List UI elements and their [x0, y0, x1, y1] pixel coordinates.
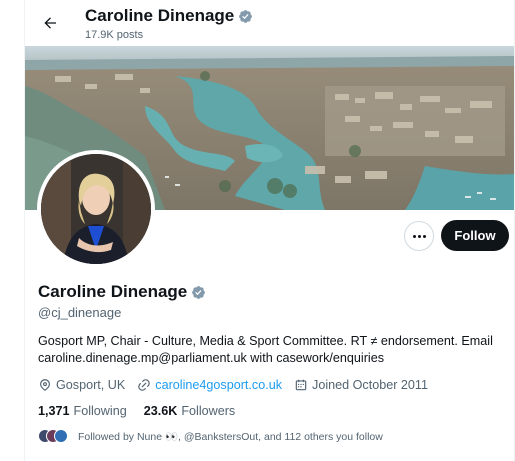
- mutual-followers-avatars: [38, 428, 70, 444]
- header-title: Caroline Dinenage: [85, 6, 253, 26]
- profile-bio: Gosport MP, Chair - Culture, Media & Spo…: [38, 333, 508, 367]
- display-name-text: Caroline Dinenage: [38, 282, 188, 301]
- header-name-text: Caroline Dinenage: [85, 6, 235, 25]
- arrow-left-icon: [44, 17, 56, 29]
- avatar-image: [41, 154, 151, 264]
- profile-page: Caroline Dinenage 17.9K posts Follow Car…: [0, 0, 515, 461]
- location-text: Gosport, UK: [56, 378, 126, 392]
- more-horizontal-icon: [412, 234, 426, 238]
- profile-handle: @cj_dinenage: [38, 305, 122, 320]
- location-pin-icon: [40, 379, 50, 391]
- following-count: 1,371: [38, 404, 70, 418]
- profile-header: Caroline Dinenage 17.9K posts: [25, 0, 514, 46]
- followed-by-row[interactable]: Followed by Nune 👀, @BankstersOut, and 1…: [38, 428, 383, 444]
- back-button[interactable]: [35, 8, 65, 38]
- calendar-icon: [295, 379, 307, 391]
- website-item: caroline4gosport.co.uk: [137, 378, 282, 392]
- bio-line: Gosport MP, Chair - Culture, Media & Spo…: [38, 334, 493, 348]
- verified-badge-icon[interactable]: [191, 285, 206, 300]
- profile-meta: Gosport, UK caroline4gosport.co.uk Joine…: [38, 377, 440, 393]
- follow-button[interactable]: Follow: [441, 220, 509, 251]
- joined-item: Joined October 2011: [294, 378, 428, 392]
- followers-count: 23.6K: [143, 404, 178, 418]
- followers-link[interactable]: 23.6K Followers: [144, 404, 236, 418]
- followed-by-text: Followed by Nune 👀, @BankstersOut, and 1…: [78, 430, 383, 443]
- link-icon: [138, 379, 151, 391]
- profile-display-name: Caroline Dinenage: [38, 282, 206, 302]
- verified-badge-icon: [239, 9, 253, 23]
- posts-count: 17.9K posts: [85, 29, 144, 41]
- following-link[interactable]: 1,371 Following: [38, 404, 127, 418]
- followers-label: Followers: [181, 404, 236, 418]
- profile-avatar[interactable]: [37, 150, 155, 268]
- more-options-button[interactable]: [404, 221, 434, 251]
- bio-line: caroline.dinenage.mp@parliament.uk with …: [38, 351, 384, 365]
- joined-text: Joined October 2011: [312, 378, 429, 392]
- follow-counts: 1,371 Following 23.6K Followers: [38, 403, 252, 419]
- following-label: Following: [73, 404, 127, 418]
- mutual-avatar: [54, 429, 68, 443]
- location-item: Gosport, UK: [38, 378, 125, 392]
- website-link[interactable]: caroline4gosport.co.uk: [155, 378, 282, 392]
